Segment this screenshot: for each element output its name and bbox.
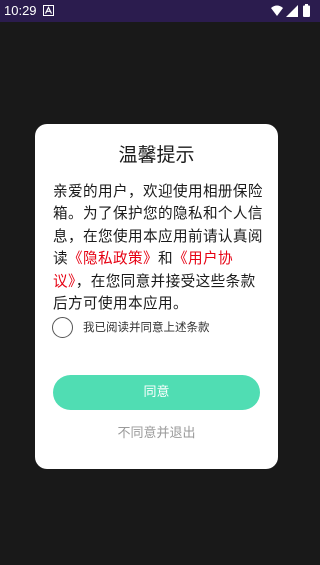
signal-icon xyxy=(286,5,298,17)
privacy-policy-link[interactable]: 《隐私政策》 xyxy=(68,250,158,267)
a-notification-icon xyxy=(43,5,54,16)
wifi-icon xyxy=(271,5,283,16)
body-text-and: 和 xyxy=(157,250,173,268)
status-bar: 10:29 xyxy=(0,0,320,22)
agree-terms-row[interactable]: 我已阅读并同意上述条款 xyxy=(52,317,262,339)
agree-button[interactable]: 同意 xyxy=(53,375,260,410)
dialog-body: 亲爱的用户，欢迎使用相册保险箱。为了保护您的隐私和个人信息，在您使用本应用前请认… xyxy=(53,181,267,315)
battery-icon xyxy=(303,4,310,17)
disagree-exit-button[interactable]: 不同意并退出 xyxy=(35,424,278,444)
agree-checkbox-label: 我已阅读并同意上述条款 xyxy=(83,320,210,334)
status-time: 10:29 xyxy=(4,3,37,18)
dialog-title: 温馨提示 xyxy=(118,144,195,166)
privacy-dialog: 温馨提示 亲爱的用户，欢迎使用相册保险箱。为了保护您的隐私和个人信息，在您使用本… xyxy=(35,124,278,469)
body-text-outro: ，在您同意并接受这些条款后方可使用本应用。 xyxy=(53,272,256,313)
agree-checkbox[interactable] xyxy=(52,317,73,338)
